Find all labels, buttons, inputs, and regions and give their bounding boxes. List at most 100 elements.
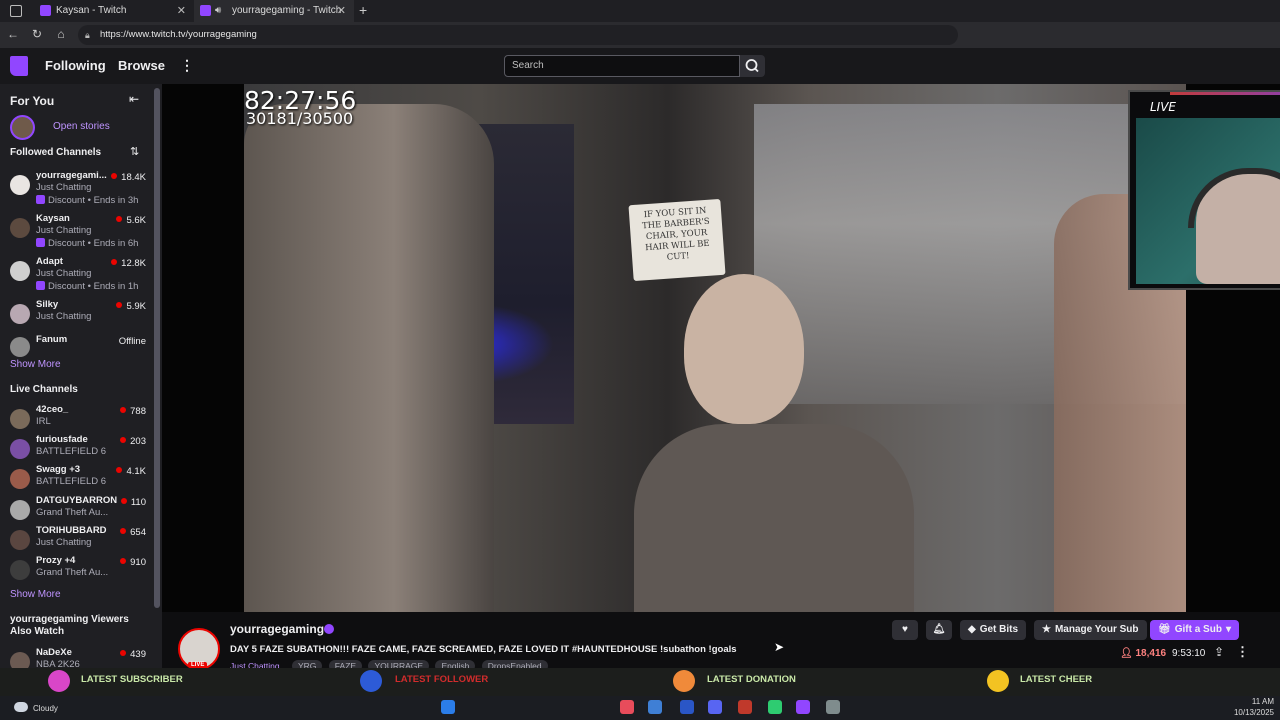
live-channel[interactable]: TORIHUBBARD Just Chatting 654: [0, 525, 152, 553]
avatar: [10, 560, 30, 580]
discount-badge: Discount • Ends in 6h: [36, 238, 138, 249]
sort-icon[interactable]: ⇅: [130, 145, 139, 158]
person-icon: 👤︎: [1120, 648, 1133, 659]
latest-cheer: LATEST CHEER: [980, 668, 1270, 696]
show-more-followed[interactable]: Show More: [10, 359, 61, 370]
search-icon: [745, 59, 759, 73]
stories-avatar[interactable]: [10, 115, 35, 140]
open-stories-link[interactable]: Open stories: [53, 121, 110, 132]
barber-sign: IF YOU SIT IN THE BARBER'S CHAIR, YOUR H…: [628, 198, 726, 282]
chevron-down-icon: ▾: [1225, 624, 1231, 635]
twitch-favicon-icon: [200, 5, 211, 16]
live-channel[interactable]: Prozy +4 Grand Theft Au... 910: [0, 555, 152, 583]
app-icon[interactable]: [738, 700, 752, 714]
avatar: [10, 530, 30, 550]
heart-icon: ♥: [902, 624, 908, 635]
start-menu-icon[interactable]: [441, 700, 455, 714]
os-taskbar: Cloudy 11 AM 10/13/2025: [0, 696, 1280, 720]
app-icon[interactable]: [648, 700, 662, 714]
discount-badge: Discount • Ends in 3h: [36, 195, 138, 206]
show-more-live[interactable]: Show More: [10, 589, 61, 600]
viewer-count: 439: [120, 649, 146, 660]
channel-category: Grand Theft Au...: [36, 567, 109, 578]
music-app-icon[interactable]: [620, 700, 634, 714]
channel-name: Adapt: [36, 256, 63, 267]
close-tab-icon[interactable]: ✕: [177, 0, 186, 22]
speaker-icon[interactable]: 🔊︎: [215, 0, 221, 22]
viewer-count: 203: [120, 436, 146, 447]
live-dot-icon: [120, 558, 127, 564]
channel-category: Just Chatting: [36, 537, 92, 548]
viewer-count: 910: [120, 557, 146, 568]
viewer-count: 5.9K: [116, 301, 146, 312]
channel-category: Just Chatting: [36, 268, 92, 279]
following-link[interactable]: Following: [45, 58, 106, 73]
twitch-app-icon[interactable]: [796, 700, 810, 714]
channel-category: Just Chatting: [36, 311, 92, 322]
channel-name: NaDeXe: [36, 647, 72, 658]
live-dot-icon: [116, 467, 123, 473]
channel-category: Just Chatting: [36, 182, 92, 193]
live-channel[interactable]: Swagg +3 BATTLEFIELD 6 4.1K: [0, 464, 152, 492]
live-channel[interactable]: DATGUYBARRON Grand Theft Au... 110: [0, 495, 152, 523]
followed-channel[interactable]: Silky Just Chatting 5.9K: [0, 299, 152, 325]
weather-icon: [14, 702, 28, 712]
live-channel[interactable]: 42ceo_ IRL 788: [0, 404, 152, 432]
tab-yourragegaming[interactable]: 🔊︎ yourragegaming - Twitch ✕: [194, 0, 354, 22]
tab-kaysan[interactable]: Kaysan - Twitch ✕: [0, 0, 194, 22]
followed-channel[interactable]: Fanum Offline: [0, 332, 152, 357]
search-input[interactable]: Search: [504, 55, 740, 77]
new-tab-icon[interactable]: +: [359, 2, 367, 18]
search-button[interactable]: [740, 55, 765, 77]
sidebar-scrollbar[interactable]: [154, 88, 160, 608]
get-bits-button[interactable]: ◆ Get Bits: [960, 620, 1027, 640]
cam-live-label: LIVE: [1150, 100, 1177, 114]
heart-badge-icon: [360, 670, 382, 692]
app-icon[interactable]: [768, 700, 782, 714]
close-tab-icon[interactable]: ✕: [337, 0, 346, 22]
twitch-logo-icon[interactable]: [10, 56, 28, 76]
followed-channel[interactable]: yourragegami... Just Chatting Discount •…: [0, 170, 152, 210]
followed-channel[interactable]: Kaysan Just Chatting Discount • Ends in …: [0, 213, 152, 253]
more-menu-icon[interactable]: ⋮: [180, 57, 194, 74]
system-clock[interactable]: 11 AM 10/13/2025: [1234, 696, 1274, 718]
webcam-feed: [1136, 118, 1280, 284]
channel-category: Just Chatting: [36, 225, 92, 236]
notifications-button[interactable]: 🔔︎: [926, 620, 952, 640]
stream-uptime: 9:53:10: [1172, 648, 1206, 659]
also-watch-heading: yourragegaming Viewers Also Watch: [10, 614, 129, 637]
star-badge-icon: [48, 670, 70, 692]
gift-sub-button[interactable]: 🎁︎ Gift a Sub ▾: [1150, 620, 1239, 640]
app-icon[interactable]: [680, 700, 694, 714]
followed-channel[interactable]: Adapt Just Chatting Discount • Ends in 1…: [0, 256, 152, 296]
live-channel[interactable]: furiousfade BATTLEFIELD 6 203: [0, 434, 152, 462]
viewer-count: 110: [120, 497, 146, 508]
bell-icon: 🔔︎: [932, 624, 946, 635]
discount-badge: Discount • Ends in 1h: [36, 281, 138, 292]
twitch-top-nav: Following Browse ⋮ Search: [0, 48, 1280, 84]
live-dot-icon: [120, 407, 127, 413]
browse-link[interactable]: Browse: [118, 58, 165, 73]
channel-category: BATTLEFIELD 6: [36, 476, 107, 487]
share-icon[interactable]: ⇪: [1214, 645, 1224, 659]
video-player[interactable]: IF YOU SIT IN THE BARBER'S CHAIR, YOUR H…: [162, 84, 1280, 612]
seated-person: [634, 424, 914, 612]
discount-icon: [36, 195, 45, 204]
weather-text: Cloudy: [33, 704, 58, 713]
back-icon[interactable]: ←: [5, 26, 21, 42]
more-options-icon[interactable]: ⋮: [1236, 644, 1249, 660]
latest-subscriber-label: LATEST SUBSCRIBER: [81, 674, 183, 685]
latest-donation-label: LATEST DONATION: [707, 674, 796, 685]
reload-icon[interactable]: ↻: [29, 26, 45, 42]
viewer-count: 4.1K: [116, 466, 146, 477]
channel-name: TORIHUBBARD: [36, 525, 107, 536]
url-field[interactable]: 🔒︎ https://www.twitch.tv/yourragegaming: [78, 25, 958, 45]
clock-date: 10/13/2025: [1233, 708, 1274, 717]
app-icon[interactable]: [826, 700, 840, 714]
manage-sub-button[interactable]: ★ Manage Your Sub: [1034, 620, 1147, 640]
app-icon[interactable]: [708, 700, 722, 714]
collapse-sidebar-icon[interactable]: ⇤: [129, 92, 139, 106]
streamer-name[interactable]: yourragegaming: [230, 622, 324, 636]
follow-heart-button[interactable]: ♥: [892, 620, 918, 640]
home-icon[interactable]: ⌂: [53, 26, 69, 42]
